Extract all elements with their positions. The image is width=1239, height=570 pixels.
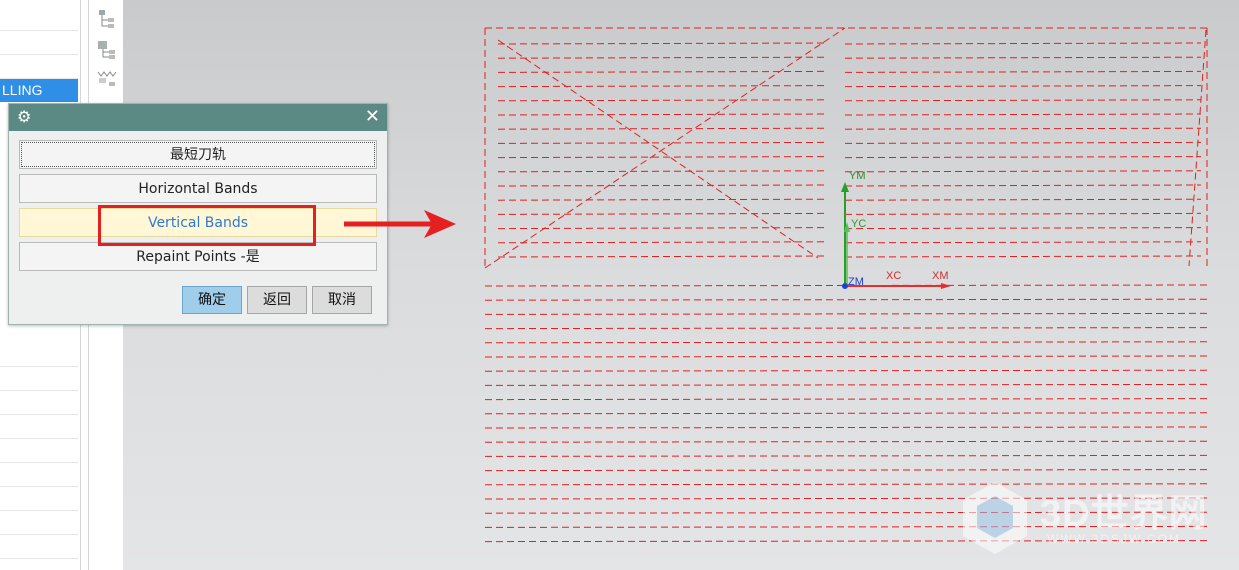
site-watermark: 3D世界网 WWW.3DSJW.COM: [955, 478, 1235, 558]
navigator-row[interactable]: [0, 343, 78, 367]
toolpath-segment: [844, 56, 1202, 59]
navigator-row[interactable]: [0, 7, 78, 31]
toolpath-segment: [484, 383, 1208, 386]
program-order-view-icon[interactable]: [96, 8, 118, 30]
toolpath-segment: [497, 42, 829, 45]
close-icon[interactable]: ✕: [365, 106, 380, 128]
toolpath-segment: [844, 70, 1202, 73]
xc-label: XC: [886, 270, 902, 282]
back-button[interactable]: 返回: [247, 286, 307, 314]
toolpath-segment: [497, 85, 829, 88]
toolpath-segment: [844, 42, 1202, 45]
watermark-url: WWW.3DSJW.COM: [1047, 532, 1181, 546]
toolpath-segment: [844, 170, 1202, 173]
toolpath-segment: [844, 241, 1202, 244]
toolpath-segment: [844, 85, 1202, 88]
machine-tool-view-icon[interactable]: [96, 38, 118, 60]
toolpath-segment: [484, 298, 1208, 301]
gear-icon: ⚙: [17, 107, 32, 126]
toolpath-segment: [484, 398, 1208, 401]
toolpath-segment: [497, 127, 829, 130]
watermark-logo-icon: [963, 482, 1027, 554]
geometry-view-icon[interactable]: [96, 68, 118, 90]
toolpath-segment: [484, 327, 1208, 330]
toolpath-segment: [484, 454, 1208, 457]
toolpath-segment: [484, 469, 1208, 472]
toolpath-segment: [497, 170, 829, 173]
ym-label: YM: [849, 170, 866, 182]
toolpath-segment: [484, 355, 1208, 358]
navigator-row[interactable]: [0, 511, 78, 535]
navigator-row[interactable]: [0, 487, 78, 511]
toolpath-segment: [844, 184, 1202, 187]
navigator-row[interactable]: [0, 391, 78, 415]
toolpath-segment: [497, 141, 829, 144]
navigator-row[interactable]: [0, 367, 78, 391]
navigator-row[interactable]: [0, 439, 78, 463]
toolpath-segment: [844, 99, 1202, 102]
toolpath-segment: [497, 184, 829, 187]
toolpath-segment: [844, 198, 1202, 201]
toolpath-segment: [497, 113, 829, 116]
toolpath-segment: [844, 127, 1202, 130]
navigator-row[interactable]: [0, 535, 78, 559]
toolpath-segment: [497, 241, 829, 244]
ok-button[interactable]: 确定: [182, 286, 242, 314]
toolpath-segment: [484, 412, 1208, 415]
toolpath-segment: [844, 156, 1202, 159]
toolpath-segment: [844, 227, 1202, 230]
option-horizontal-bands[interactable]: Horizontal Bands: [19, 174, 377, 203]
highlight-annotation-box: [98, 205, 316, 246]
navigator-selected-row[interactable]: LLING: [0, 79, 78, 102]
toolpath-segment: [844, 113, 1202, 116]
toolpath-segment: [497, 227, 829, 230]
toolpath-segment: [844, 255, 1202, 258]
navigator-row[interactable]: [0, 55, 78, 79]
toolpath-segment: [484, 426, 1208, 429]
zm-label: ZM: [848, 276, 864, 288]
annotation-arrow-icon: [344, 210, 456, 238]
option-shortest-path[interactable]: 最短刀轨: [19, 140, 377, 169]
watermark-text: 3D世界网: [1040, 493, 1208, 535]
option-repaint-points[interactable]: Repaint Points -是: [19, 242, 377, 271]
navigator-row[interactable]: [0, 463, 78, 487]
toolpath-segment: [484, 341, 1208, 344]
navigator-row[interactable]: [0, 31, 78, 55]
toolpath-segment: [497, 212, 829, 215]
toolpath-segment: [497, 56, 829, 59]
toolpath-segment: [484, 312, 1208, 315]
toolpath-segment: [497, 198, 829, 201]
toolpath-segment: [844, 141, 1202, 144]
navigator-row[interactable]: [0, 415, 78, 439]
toolpath-segment: [497, 156, 829, 159]
cancel-button[interactable]: 取消: [312, 286, 372, 314]
toolpath-segment: [484, 440, 1208, 443]
toolpath-segment: [484, 369, 1208, 372]
toolpath-segment: [497, 99, 829, 102]
toolpath-segment: [497, 255, 829, 258]
toolpath-segment: [844, 212, 1202, 215]
xm-label: XM: [932, 270, 949, 282]
dialog-title-bar[interactable]: ⚙ ✕: [9, 104, 387, 131]
yc-label: YC: [851, 218, 867, 230]
